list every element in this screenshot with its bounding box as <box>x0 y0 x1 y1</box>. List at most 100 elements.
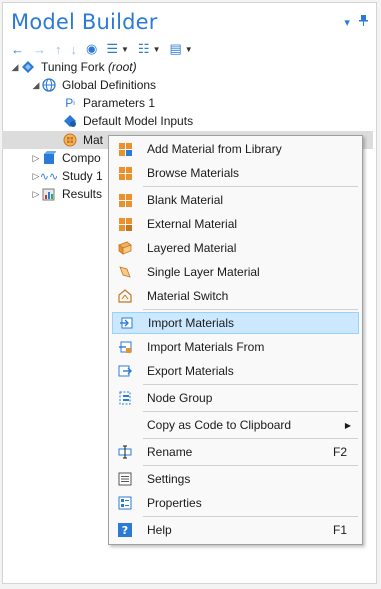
single-layer-material-icon <box>117 264 133 280</box>
tree-node-parameters[interactable]: Pi Parameters 1 <box>62 94 155 112</box>
chevron-down-icon: ▼ <box>121 44 129 54</box>
study-icon: ∿∿ <box>39 170 59 183</box>
menu-item-rename[interactable]: Rename F2 <box>112 441 359 463</box>
model-tree-button[interactable]: ▤ ▼ <box>170 41 193 57</box>
browse-materials-icon <box>117 165 133 181</box>
forward-arrow-icon[interactable]: → <box>33 42 46 57</box>
menu-item-copy-as-code[interactable]: Copy as Code to Clipboard ▶ <box>112 414 359 436</box>
menu-item-browse-materials[interactable]: Browse Materials <box>112 162 359 184</box>
tree-node-study[interactable]: ▷ ∿∿ Study 1 <box>31 167 103 185</box>
shortcut-label: F2 <box>332 445 347 459</box>
submenu-arrow-icon: ▶ <box>344 420 351 430</box>
menu-item-help[interactable]: ? Help F1 <box>112 519 359 541</box>
show-icon[interactable]: ◉ <box>86 41 97 57</box>
tree-node-results[interactable]: ▷ Results <box>31 185 102 203</box>
menu-separator <box>143 516 358 517</box>
tree-label-component: Compo <box>62 151 101 165</box>
collapse-tree-button[interactable]: ☷ ▼ <box>138 41 161 57</box>
menu-item-label: Import Materials <box>148 316 235 330</box>
menu-item-label: Add Material from Library <box>147 142 282 156</box>
tree-label-parameters: Parameters 1 <box>83 96 156 110</box>
properties-icon <box>117 495 133 511</box>
globe-icon <box>41 77 57 93</box>
tree-label-materials: Mat <box>83 133 104 147</box>
default-model-inputs-icon <box>62 113 78 129</box>
chevron-down-icon: ▼ <box>152 44 161 54</box>
collapse-arrow-icon[interactable]: ◢ <box>31 80 41 91</box>
blank-material-icon <box>117 192 133 208</box>
menu-item-node-group[interactable]: Node Group <box>112 387 359 409</box>
tree-label-default-model-inputs: Default Model Inputs <box>83 114 194 128</box>
model-tree-icon: ▤ <box>169 41 182 56</box>
menu-item-single-layer-material[interactable]: Single Layer Material <box>112 261 359 283</box>
tree-label-study: Study 1 <box>62 169 103 183</box>
menu-item-label: Material Switch <box>147 289 229 303</box>
menu-item-label: External Material <box>147 217 238 231</box>
component-icon <box>41 150 57 166</box>
menu-item-label: Node Group <box>147 391 213 405</box>
menu-item-label: Help <box>147 523 172 537</box>
menu-item-external-material[interactable]: External Material <box>112 213 359 235</box>
tree-node-default-model-inputs[interactable]: Default Model Inputs <box>62 112 193 130</box>
down-arrow-icon[interactable]: ↓ <box>71 42 78 57</box>
tree-label-results: Results <box>62 187 103 201</box>
menu-separator <box>143 186 358 187</box>
tree-node-global-definitions[interactable]: ◢ Global Definitions <box>31 76 157 94</box>
help-icon: ? <box>117 522 133 538</box>
menu-item-export-materials[interactable]: Export Materials <box>112 360 359 382</box>
menu-item-label: Import Materials From <box>147 340 265 354</box>
collapse-arrow-icon[interactable]: ◢ <box>10 62 20 73</box>
tree-label-global-definitions: Global Definitions <box>62 78 157 92</box>
menu-item-import-materials[interactable]: Import Materials <box>112 312 359 334</box>
tree-node-root[interactable]: ◢ Tuning Fork (root) <box>10 58 137 76</box>
dropdown-icon[interactable]: ▾ <box>344 17 350 29</box>
menu-item-label: Copy as Code to Clipboard <box>147 418 292 432</box>
chevron-down-icon: ▼ <box>184 44 193 54</box>
menu-item-label: Export Materials <box>147 364 234 378</box>
menu-item-label: Rename <box>147 445 193 459</box>
menu-item-layered-material[interactable]: Layered Material <box>112 237 359 259</box>
menu-item-blank-material[interactable]: Blank Material <box>112 189 359 211</box>
pin-icon[interactable] <box>359 15 368 29</box>
menu-separator <box>143 384 358 385</box>
menu-item-label: Properties <box>147 496 202 510</box>
tree-label-root: Tuning Fork <box>41 60 105 74</box>
menu-item-settings[interactable]: Settings <box>112 468 359 490</box>
settings-icon <box>117 471 133 487</box>
import-materials-from-icon <box>117 339 133 355</box>
menu-separator <box>143 465 358 466</box>
menu-separator <box>143 438 358 439</box>
shortcut-label: F1 <box>332 523 347 537</box>
context-menu: Add Material from Library Browse Materia… <box>108 135 363 545</box>
external-material-icon <box>117 216 133 232</box>
expand-tree-button[interactable]: ☰ ▼ <box>106 41 129 57</box>
menu-item-material-switch[interactable]: Material Switch <box>112 285 359 307</box>
import-materials-icon <box>118 315 134 331</box>
tree-node-component[interactable]: ▷ Compo <box>31 149 101 167</box>
svg-text:?: ? <box>122 524 128 537</box>
layered-material-icon <box>117 240 133 256</box>
title-controls: ▾ <box>338 15 368 29</box>
results-icon <box>41 186 57 202</box>
menu-item-label: Settings <box>147 472 191 486</box>
menu-separator <box>143 411 358 412</box>
menu-item-add-material-from-library[interactable]: Add Material from Library <box>112 138 359 160</box>
back-arrow-icon[interactable]: ← <box>11 42 24 57</box>
expand-arrow-icon[interactable]: ▷ <box>31 189 41 200</box>
node-group-icon <box>117 390 133 406</box>
rename-icon <box>117 444 133 460</box>
expand-tree-icon: ☰ <box>106 41 118 56</box>
parameters-icon: Pi <box>65 96 75 110</box>
menu-item-label: Layered Material <box>147 241 237 255</box>
menu-item-properties[interactable]: Properties <box>112 492 359 514</box>
menu-item-import-materials-from[interactable]: Import Materials From <box>112 336 359 358</box>
expand-arrow-icon[interactable]: ▷ <box>31 153 41 164</box>
add-material-library-icon <box>117 141 133 157</box>
panel-title: Model Builder <box>11 10 158 34</box>
model-root-icon <box>20 59 36 75</box>
menu-item-label: Blank Material <box>147 193 224 207</box>
up-arrow-icon[interactable]: ↑ <box>55 42 62 57</box>
tree-node-materials[interactable]: Mat <box>62 131 103 149</box>
tree-label-root-suffix: (root) <box>107 60 137 74</box>
materials-icon <box>62 132 78 148</box>
